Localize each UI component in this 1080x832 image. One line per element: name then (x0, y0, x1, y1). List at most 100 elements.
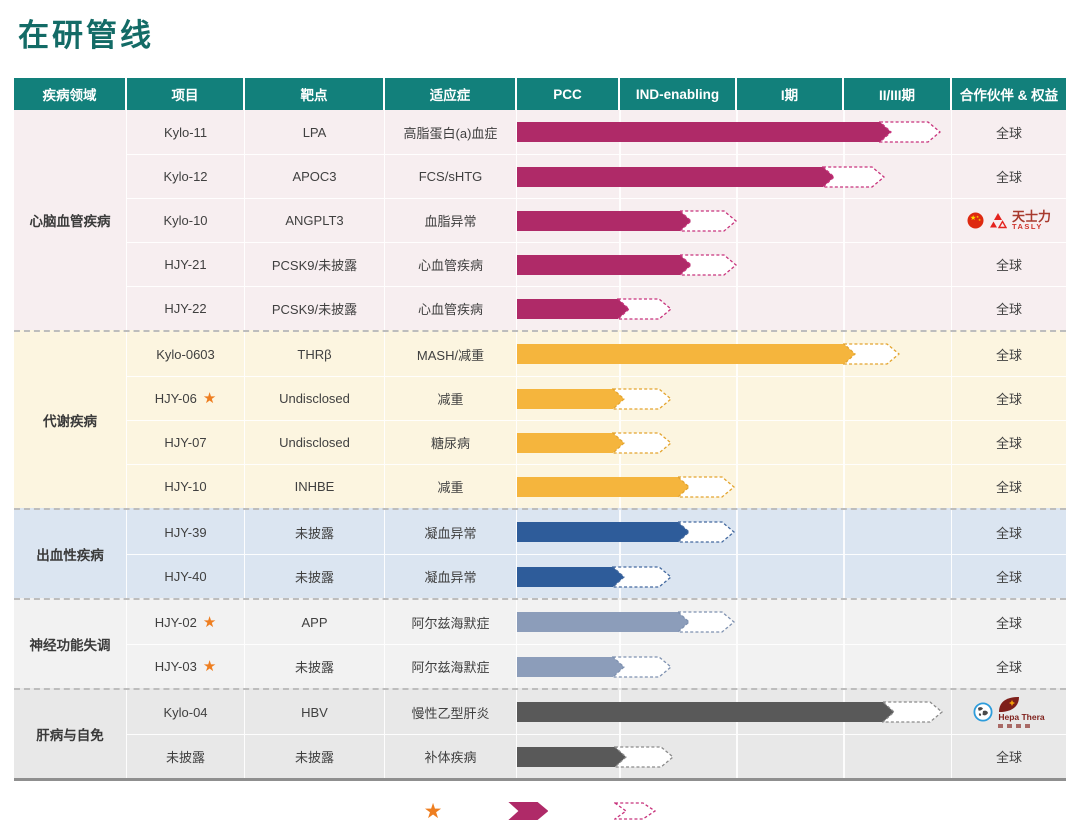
project-cell: HJY-06★ (127, 376, 245, 420)
target-cell: INHBE (245, 464, 385, 508)
tasly-label-cn: 天士力 (1012, 210, 1051, 224)
disease-group: 肝病与自免Kylo-04HBV慢性乙型肝炎Hepa Thera未披露未披露补体疾… (14, 688, 1066, 778)
phase-gridline (843, 555, 845, 598)
phase-gridline (736, 555, 738, 598)
project-cell: HJY-40 (127, 554, 245, 598)
project-cell: HJY-07 (127, 420, 245, 464)
project-label: HJY-40 (164, 569, 206, 584)
timeline-cell (517, 464, 952, 508)
target-cell: APP (245, 600, 385, 644)
indication-cell: 血脂异常 (385, 198, 517, 242)
planned-stage-arrow (679, 254, 737, 276)
project-label: HJY-03 (155, 659, 197, 674)
pipeline-progress-bar (517, 522, 690, 542)
target-cell: 未披露 (245, 554, 385, 598)
phase-gridline (843, 510, 845, 554)
table-body: 心脑血管疾病Kylo-11LPA高脂蛋白(a)血症全球Kylo-12APOC3F… (14, 110, 1066, 778)
project-label: 未披露 (166, 747, 205, 766)
target-cell: LPA (245, 110, 385, 154)
target-cell: APOC3 (245, 154, 385, 198)
phase-gridline (736, 465, 738, 508)
project-cell: HJY-10 (127, 464, 245, 508)
indication-cell: 心血管疾病 (385, 286, 517, 330)
disease-area-cell: 神经功能失调 (14, 600, 127, 688)
pipeline-progress-bar (517, 167, 835, 187)
timeline-cell (517, 644, 952, 688)
hepathera-leaf-icon (998, 696, 1020, 713)
partner-rights-label: 全球 (996, 477, 1022, 496)
phase-gridline (843, 243, 845, 286)
pipeline-progress-bar (517, 389, 625, 409)
indication-cell: 高脂蛋白(a)血症 (385, 110, 517, 154)
pipeline-progress-bar (517, 567, 625, 587)
pipeline-progress-bar (517, 702, 895, 722)
partner-cell: 全球 (952, 332, 1066, 376)
indication-cell: 心血管疾病 (385, 242, 517, 286)
partner-rights-label: 全球 (996, 657, 1022, 676)
project-cell: HJY-22 (127, 286, 245, 330)
timeline-cell (517, 242, 952, 286)
project-cell: HJY-02★ (127, 600, 245, 644)
project-cell: HJY-03 ★ (127, 644, 245, 688)
pipeline-progress-bar (517, 477, 690, 497)
pipeline-progress-bar (517, 747, 627, 767)
project-label: HJY-22 (164, 301, 206, 316)
project-label: HJY-06 (155, 391, 197, 406)
planned-stage-arrow (612, 566, 672, 588)
planned-stage-arrow (879, 121, 941, 143)
column-header: IND-enabling (620, 78, 737, 110)
column-header: 适应症 (385, 78, 517, 110)
indication-cell: 减重 (385, 376, 517, 420)
planned-stage-arrow (612, 656, 672, 678)
timeline-cell (517, 600, 952, 644)
disease-group: 神经功能失调HJY-02★APP阿尔兹海默症全球HJY-03★未披露阿尔兹海默症… (14, 598, 1066, 688)
table-header-row: 疾病领域项目靶点适应症PCCIND-enablingI期II/III期合作伙伴 … (14, 78, 1066, 110)
target-cell: 未披露 (245, 644, 385, 688)
partner-cell: 全球 (952, 110, 1066, 154)
target-cell: PCSK9/未披露 (245, 242, 385, 286)
phase-gridline (843, 645, 845, 688)
globe-icon (973, 702, 993, 722)
star-icon: ★ (203, 659, 216, 674)
project-label: HJY-10 (164, 479, 206, 494)
project-label: HJY-02 (155, 615, 197, 630)
timeline-cell (517, 110, 952, 154)
phase-gridline (736, 735, 738, 778)
phase-gridline (736, 600, 738, 644)
planned-stage-arrow (617, 298, 672, 320)
pipeline-progress-bar (517, 255, 692, 275)
target-cell: PCSK9/未披露 (245, 286, 385, 330)
partner-rights-label: 全球 (996, 345, 1022, 364)
target-cell: ANGPLT3 (245, 198, 385, 242)
target-cell: Undisclosed (245, 420, 385, 464)
project-label: Kylo-0603 (156, 347, 215, 362)
disease-area-cell: 代谢疾病 (14, 332, 127, 508)
disease-area-cell: 心脑血管疾病 (14, 110, 127, 330)
target-cell: HBV (245, 690, 385, 734)
indication-cell: 糖尿病 (385, 420, 517, 464)
project-cell: Kylo-12 (127, 154, 245, 198)
partner-cell: 全球 (952, 600, 1066, 644)
timeline-cell (517, 510, 952, 554)
china-flag-icon: ★★★ (967, 212, 984, 229)
timeline-cell (517, 154, 952, 198)
partner-rights-label: 全球 (996, 747, 1022, 766)
timeline-cell (517, 376, 952, 420)
disease-area-cell: 出血性疾病 (14, 510, 127, 598)
phase-gridline (843, 600, 845, 644)
project-cell: 未披露 (127, 734, 245, 778)
partner-cell: 全球 (952, 554, 1066, 598)
target-cell: Undisclosed (245, 376, 385, 420)
legend-solid-arrow-icon (508, 802, 548, 820)
hepathera-cn-subtext (998, 724, 1032, 728)
partner-rights-label: 全球 (996, 167, 1022, 186)
project-label: HJY-39 (164, 525, 206, 540)
column-header: I期 (737, 78, 844, 110)
timeline-cell (517, 420, 952, 464)
pipeline-progress-bar (517, 122, 892, 142)
project-cell: HJY-21 (127, 242, 245, 286)
column-header: PCC (517, 78, 620, 110)
timeline-cell (517, 198, 952, 242)
indication-cell: FCS/sHTG (385, 154, 517, 198)
partner-cell: 全球 (952, 734, 1066, 778)
